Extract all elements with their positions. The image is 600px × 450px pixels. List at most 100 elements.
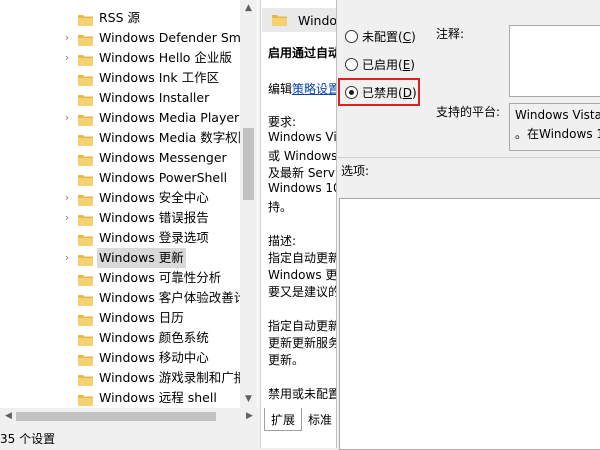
tree-item[interactable]: RSS 源	[0, 8, 240, 28]
tree-item[interactable]: Windows PowerShell	[0, 168, 240, 188]
options-panel	[339, 198, 600, 450]
requirements-line: 持。	[268, 200, 293, 214]
tree-item[interactable]: Windows 日历	[0, 308, 240, 328]
comment-textarea[interactable]	[509, 25, 600, 97]
tree-item-label: Windows Ink 工作区	[99, 70, 220, 85]
platform-line: 。在Windows 1	[515, 127, 600, 141]
tree-item[interactable]: › Windows 错误报告	[0, 208, 240, 228]
tree-item[interactable]: Windows 移动中心	[0, 348, 240, 368]
edit-prefix: 编辑	[268, 82, 293, 96]
description-line: 禁用或未配置	[268, 387, 341, 401]
tree-item-label: Windows Hello 企业版	[99, 50, 232, 65]
tree-item[interactable]: › Windows Defender Sma	[0, 28, 249, 48]
folder-icon	[78, 212, 93, 226]
tree-item[interactable]: Windows 登录选项	[0, 228, 240, 248]
folder-icon	[78, 52, 93, 66]
chevron-right-icon[interactable]: ›	[62, 28, 72, 48]
folder-icon	[78, 12, 93, 26]
tree-item[interactable]: Windows 游戏录制和广播	[0, 368, 246, 388]
requirements-line: 或 Windows	[268, 149, 338, 163]
folder-icon	[78, 232, 93, 246]
tree-item-label: Windows 日历	[99, 310, 184, 325]
tree-item-label: Windows 错误报告	[99, 210, 209, 225]
tree-item-label: Windows 可靠性分析	[99, 270, 222, 285]
scroll-down-icon[interactable]: ▼	[240, 391, 257, 408]
folder-icon	[78, 372, 93, 386]
chevron-right-icon[interactable]: ›	[62, 208, 72, 228]
tree-item-label: RSS 源	[99, 10, 141, 25]
tree-item[interactable]: › Windows Hello 企业版	[0, 48, 240, 68]
folder-icon	[272, 15, 287, 26]
folder-icon	[78, 172, 93, 186]
folder-icon	[78, 392, 93, 406]
description-header-title: Windo	[298, 13, 338, 28]
tree-item[interactable]: Windows 颜色系统	[0, 328, 240, 348]
tree-item[interactable]: Windows Ink 工作区	[0, 68, 240, 88]
folder-icon	[78, 292, 93, 306]
tree-item-label: Windows 客户体验改善计	[99, 290, 247, 305]
tab-standard[interactable]: 标准	[302, 408, 337, 430]
tree-item-label: Windows 登录选项	[99, 230, 209, 245]
edit-policy-link[interactable]: 策略设置	[292, 82, 340, 96]
chevron-right-icon[interactable]: ›	[62, 48, 72, 68]
folder-icon	[78, 352, 93, 366]
tab-extended-label: 扩展	[271, 413, 296, 427]
tree-item-label: Windows 远程 shell	[99, 390, 217, 405]
tab-extended[interactable]: 扩展	[264, 408, 302, 431]
scroll-right-icon[interactable]: ▶	[241, 408, 258, 425]
tree-item[interactable]: Windows Messenger	[0, 148, 240, 168]
folder-icon	[78, 132, 93, 146]
options-label: 选项:	[341, 164, 370, 178]
folder-icon	[78, 272, 93, 286]
tree-item[interactable]: Windows 客户体验改善计	[0, 288, 246, 308]
tree-item-label: Windows 游戏录制和广播	[99, 370, 247, 385]
status-bar: 35 个设置	[0, 425, 260, 448]
requirements-line: Windows Vi	[268, 130, 337, 144]
scroll-left-icon[interactable]: ◀	[0, 408, 17, 425]
chevron-right-icon[interactable]: ›	[62, 188, 72, 208]
tree-item[interactable]: Windows Media 数字权限	[0, 128, 250, 148]
tree-item-label: Windows 更新	[97, 248, 186, 268]
radio-not-configured-label: 未配置(C)	[362, 30, 416, 44]
tree-vertical-scroll-thumb[interactable]	[243, 128, 254, 200]
requirements-line: Windows 10	[268, 181, 341, 195]
tree-item[interactable]: Windows 可靠性分析	[0, 268, 240, 288]
tree-item[interactable]: Windows Installer	[0, 88, 240, 108]
description-line: Windows 更	[268, 268, 338, 282]
folder-icon	[78, 72, 93, 86]
tree-item-label: Windows Media Player	[99, 110, 240, 125]
scroll-up-icon[interactable]: ▲	[240, 0, 257, 17]
highlight-box	[338, 78, 420, 106]
radio-enabled-label: 已启用(E)	[362, 58, 415, 72]
tree-item[interactable]: › Windows 安全中心	[0, 188, 240, 208]
edit-policy-line: 编辑策略设置	[268, 80, 340, 97]
tab-standard-label: 标准	[308, 413, 333, 427]
radio-circle-icon[interactable]	[345, 58, 358, 71]
radio-circle-icon[interactable]	[345, 30, 358, 43]
description-line: 指定自动更新	[268, 319, 341, 333]
chevron-right-icon[interactable]: ›	[62, 248, 72, 268]
folder-icon	[78, 192, 93, 206]
view-tabs: 扩展 标准	[262, 408, 337, 431]
tree-item[interactable]: Windows 远程 shell	[0, 388, 240, 408]
requirements-line: 及最新 Servi	[268, 166, 339, 180]
platform-line: Windows Vista	[515, 108, 600, 122]
supported-platform-label: 支持的平台:	[436, 105, 501, 119]
tree-vertical-scrollbar[interactable]: ▲ ▼	[240, 0, 257, 408]
folder-icon	[78, 312, 93, 326]
tree-item-label: Windows PowerShell	[99, 170, 228, 185]
tree-horizontal-scroll-thumb[interactable]	[16, 412, 216, 421]
folder-icon	[78, 112, 93, 126]
comment-label: 注释:	[436, 27, 465, 41]
tree-item-label: Windows 移动中心	[99, 350, 209, 365]
folder-icon	[78, 32, 93, 46]
tree-item[interactable]: › Windows 更新	[0, 248, 240, 268]
folder-icon	[78, 92, 93, 106]
description-line: 更新更新服务	[268, 336, 341, 350]
description-line: 要又是建议的	[268, 285, 341, 299]
description-line: 指定自动更新	[268, 251, 341, 265]
tree-item[interactable]: › Windows Media Player	[0, 108, 240, 128]
tree-item-label: Windows Defender Sma	[99, 30, 249, 45]
requirements-label: 要求:	[268, 115, 297, 129]
chevron-right-icon[interactable]: ›	[62, 108, 72, 128]
